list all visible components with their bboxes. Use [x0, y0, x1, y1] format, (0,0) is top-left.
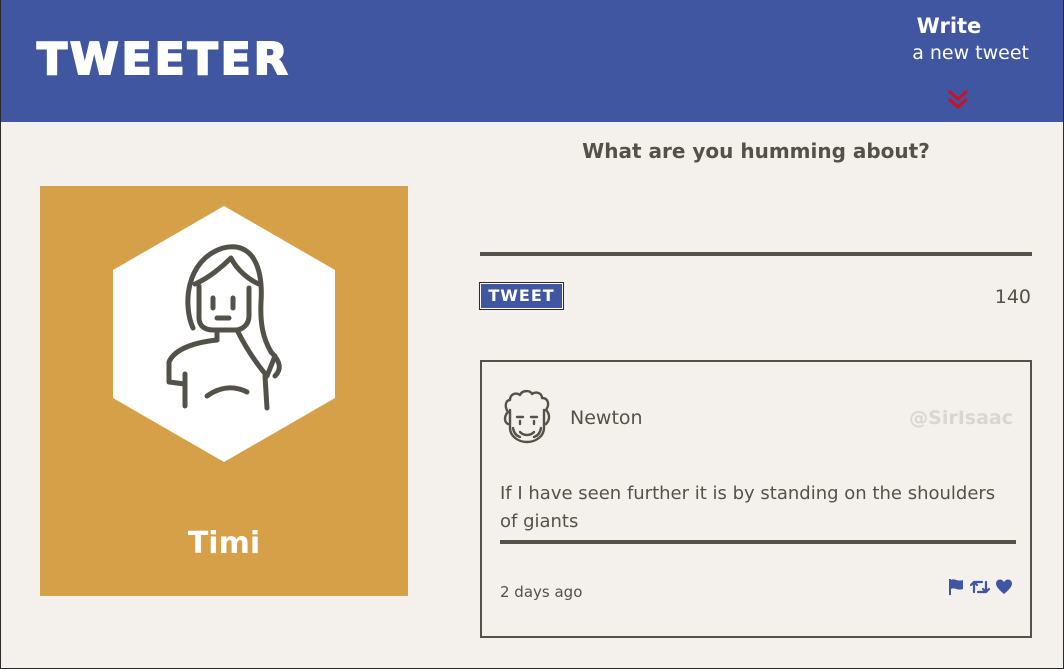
- write-new-tweet-toggle[interactable]: Write a new tweet: [869, 12, 1029, 114]
- newton-avatar-icon: [503, 389, 551, 444]
- tweet-submit-button[interactable]: TWEET: [479, 282, 564, 310]
- user-profile-card: Timi: [40, 186, 408, 596]
- write-label: Write: [916, 14, 982, 38]
- double-chevron-down-icon[interactable]: [946, 88, 970, 112]
- heart-icon[interactable]: [994, 577, 1014, 597]
- character-counter: 140: [994, 286, 1031, 308]
- compose-heading: What are you humming about?: [582, 139, 930, 163]
- user-avatar-icon: [113, 206, 335, 462]
- tweet-actions: [946, 576, 1014, 598]
- tweet-body: If I have seen further it is by standing…: [500, 480, 1016, 544]
- retweet-icon[interactable]: [970, 577, 990, 597]
- tweet-text-input[interactable]: [480, 186, 1032, 256]
- tweet-author-handle: @SirIsaac: [909, 407, 1013, 429]
- tweet-timestamp: 2 days ago: [500, 583, 583, 601]
- flag-icon[interactable]: [946, 577, 966, 597]
- user-avatar: [113, 206, 335, 462]
- top-nav: TWEETER Write a new tweet: [1, 0, 1063, 122]
- brand-logo[interactable]: TWEETER: [36, 35, 291, 85]
- new-tweet-label: a new tweet: [912, 42, 1029, 64]
- profile-name: Timi: [187, 526, 261, 561]
- page: TWEETER Write a new tweet Timi What are …: [0, 0, 1064, 669]
- tweet-card: Newton @SirIsaac If I have seen further …: [480, 360, 1032, 638]
- tweet-author-name: Newton: [570, 407, 643, 429]
